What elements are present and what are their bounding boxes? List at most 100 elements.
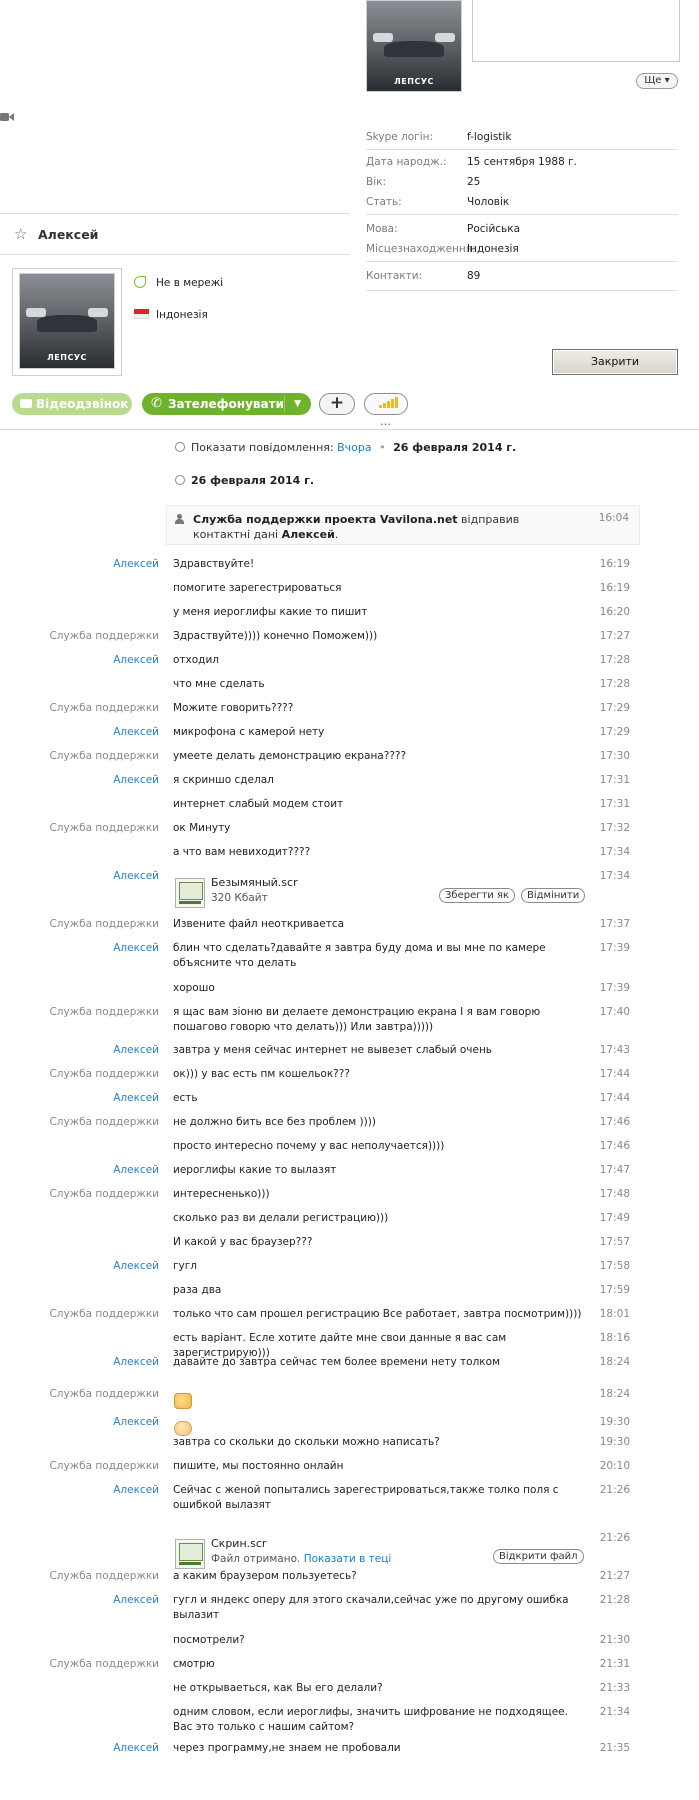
decline-file-button[interactable]: Відмінити (521, 888, 586, 903)
thumbs-up-emoticon-icon (174, 1393, 192, 1409)
file-transfer-card: Безымяный.scr 320 Кбайт Зберегти як Відм… (173, 876, 586, 914)
message-time: 18:24 (599, 1388, 630, 1400)
message-sender[interactable]: Алексей (113, 1163, 159, 1178)
history-bullet: • (379, 441, 386, 454)
message-text: давайте до завтра сейчас тем более време… (173, 1356, 500, 1368)
signal-bar (391, 399, 394, 408)
message-sender[interactable]: Служба поддержки (49, 701, 159, 716)
message-sender[interactable]: Служба поддержки (49, 1307, 159, 1322)
info-value: 15 сентября 1988 г. (467, 156, 577, 168)
message-sender[interactable]: Алексей (113, 869, 159, 884)
contact-name: Алексей (38, 227, 99, 242)
mood-message-box[interactable] (472, 0, 680, 62)
more-dots[interactable]: … (380, 415, 392, 428)
message-text: завтра со скольки до скольки можно напис… (173, 1436, 440, 1448)
message-time: 17:29 (599, 726, 630, 738)
message-time: 17:58 (599, 1260, 630, 1272)
message-sender[interactable]: Алексей (113, 653, 159, 668)
star-icon[interactable]: ☆ (14, 225, 27, 243)
message-time: 21:27 (599, 1570, 630, 1582)
info-key: Skype логін: (366, 131, 434, 143)
message-text: гугл (173, 1260, 197, 1272)
info-value: 25 (467, 176, 481, 188)
signal-bar (387, 401, 390, 408)
contact-avatar[interactable]: ЛЕПСУС (12, 268, 122, 376)
message-time: 17:44 (599, 1092, 630, 1104)
message-time: 17:34 (599, 846, 630, 858)
call-button[interactable]: ✆ Зателефонувати ▼ (142, 393, 311, 415)
file-status: Файл отримано. Показати в теці (211, 1553, 391, 1565)
history-bar: Показати повідомлення: Вчора • 26 феврал… (175, 441, 516, 454)
date-header-text: 26 февраля 2014 г. (191, 474, 315, 487)
message-text: у меня иероглифы какие то пишит (173, 606, 368, 618)
video-call-button[interactable]: Відеодзвінок (12, 393, 132, 415)
message-sender[interactable]: Алексей (113, 1483, 159, 1498)
message-sender[interactable]: Служба поддержки (49, 1067, 159, 1082)
open-file-button[interactable]: Відкрити файл (493, 1549, 584, 1564)
message-sender[interactable]: Алексей (113, 1355, 159, 1370)
contact-shared-notice: Служба поддержки проекта Vavilona.net ві… (166, 505, 640, 545)
message-sender[interactable]: Алексей (113, 773, 159, 788)
message-sender[interactable]: Служба поддержки (49, 821, 159, 836)
message-time: 17:43 (599, 1044, 630, 1056)
message-sender[interactable]: Алексей (113, 1091, 159, 1106)
add-participant-button[interactable]: + (319, 393, 355, 415)
message-text: пишите, мы постоянно онлайн (173, 1460, 344, 1472)
profile-photo: ЛЕПСУС (366, 0, 462, 92)
more-button[interactable]: Ще ▾ (636, 73, 678, 89)
message-time: 21:30 (599, 1634, 630, 1646)
info-key: Вік: (366, 176, 387, 188)
message-sender[interactable]: Служба поддержки (49, 1115, 159, 1130)
message-sender[interactable]: Служба поддержки (49, 1569, 159, 1584)
message-sender[interactable]: Служба поддержки (49, 1459, 159, 1474)
message-sender[interactable]: Служба поддержки (49, 1187, 159, 1202)
message-sender[interactable]: Служба поддержки (49, 1657, 159, 1672)
avatar-photo: ЛЕПСУС (19, 273, 115, 369)
info-key: Контакти: (366, 270, 423, 282)
message-sender[interactable]: Алексей (113, 941, 159, 956)
save-as-button[interactable]: Зберегти як (439, 888, 516, 903)
file-icon (175, 878, 205, 908)
notice-contact[interactable]: Алексей (282, 528, 335, 541)
message-time: 17:46 (599, 1116, 630, 1128)
show-in-folder-link[interactable]: Показати в теці (304, 1553, 392, 1565)
info-value: 89 (467, 270, 481, 282)
message-time: 21:26 (599, 1484, 630, 1496)
message-time: 21:26 (599, 1532, 630, 1544)
message-sender[interactable]: Служба поддержки (49, 629, 159, 644)
message-text: иероглифы какие то вылазят (173, 1164, 337, 1176)
message-sender[interactable]: Служба поддержки (49, 749, 159, 764)
call-quality-button[interactable] (364, 393, 408, 415)
date-header: 26 февраля 2014 г. (175, 474, 314, 487)
message-time: 17:39 (599, 982, 630, 994)
message-sender[interactable]: Алексей (113, 1415, 159, 1430)
message-text: отходил (173, 654, 219, 666)
message-sender[interactable]: Алексей (113, 557, 159, 572)
notice-sender[interactable]: Служба поддержки проекта Vavilona.net (193, 513, 458, 526)
history-date-link[interactable]: 26 февраля 2014 г. (393, 441, 516, 454)
message-row: Служба поддержки я щас вам зіоню ви делае… (0, 1005, 699, 1035)
message-sender[interactable]: Служба поддержки (49, 1005, 159, 1020)
chevron-down-icon[interactable]: ▼ (294, 393, 301, 415)
history-link-yesterday[interactable]: Вчора (337, 441, 372, 454)
close-button[interactable]: Закрити (552, 349, 678, 375)
file-name[interactable]: Скрин.scr (211, 1537, 266, 1550)
message-sender[interactable]: Алексей (113, 1741, 159, 1756)
message-text: Извените файл неоткриваетса (173, 918, 345, 930)
file-name[interactable]: Безымяный.scr (211, 876, 298, 889)
person-icon (175, 514, 184, 524)
message-sender[interactable]: Алексей (113, 1593, 159, 1608)
message-sender[interactable]: Алексей (113, 1043, 159, 1058)
message-text: есть (173, 1092, 198, 1104)
info-value: f-logistik (467, 131, 512, 143)
message-sender[interactable]: Алексей (113, 1259, 159, 1274)
message-text: что мне сделать (173, 678, 265, 690)
message-text: не открываеться, как Вы его делали? (173, 1682, 383, 1694)
message-sender[interactable]: Алексей (113, 725, 159, 740)
file-size: 320 Кбайт (211, 892, 268, 904)
signal-bar (383, 403, 386, 408)
message-text: гугл и яндекс оперу для этого скачали,се… (173, 1594, 569, 1621)
notice-dot: . (334, 528, 339, 541)
message-sender[interactable]: Служба поддержки (49, 1387, 159, 1402)
message-sender[interactable]: Служба поддержки (49, 917, 159, 932)
